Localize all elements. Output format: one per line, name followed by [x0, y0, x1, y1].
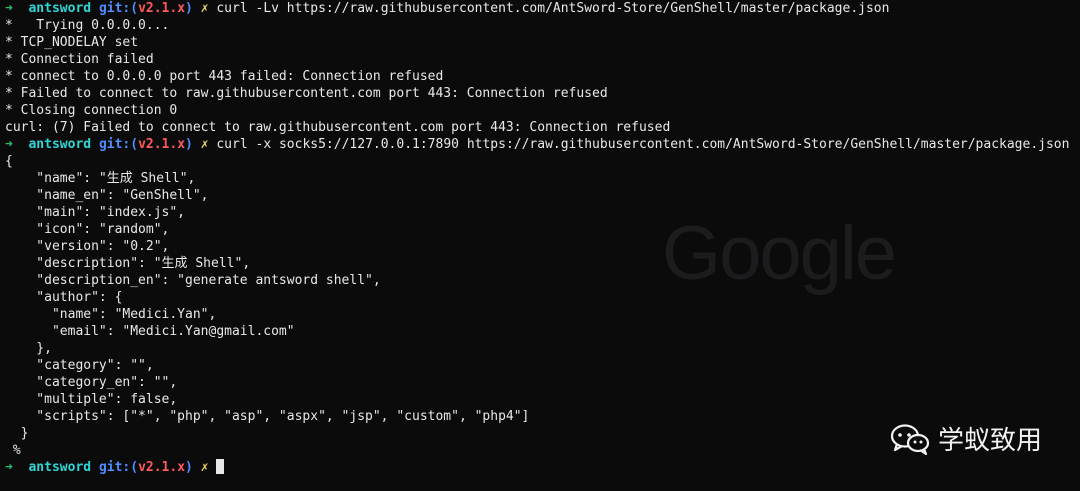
background-google-logo: Google — [662, 211, 897, 296]
terminal-window: Google ➜ antsword git:(v2.1.x) ✗ curl -L… — [0, 0, 1080, 491]
command-text: curl -Lv https://raw.githubusercontent.c… — [216, 1, 890, 16]
json-line: }, — [5, 341, 52, 356]
json-line: "name_en": "GenShell", — [5, 188, 209, 203]
json-line: "category_en": "", — [5, 375, 178, 390]
output-line: * Failed to connect to raw.githubusercon… — [5, 86, 608, 101]
output-line: * TCP_NODELAY set — [5, 35, 139, 50]
json-line: "name": "Medici.Yan", — [5, 307, 217, 322]
json-line: "name": "生成 Shell", — [5, 171, 196, 186]
json-line: "author": { — [5, 290, 123, 305]
json-line: "icon": "random", — [5, 222, 170, 237]
json-line: } — [5, 426, 29, 441]
json-line: "main": "index.js", — [5, 205, 186, 220]
output-line: curl: (7) Failed to connect to raw.githu… — [5, 120, 671, 135]
wechat-icon — [890, 423, 930, 455]
output-line: * Trying 0.0.0.0... — [5, 18, 170, 33]
command-text: curl -x socks5://127.0.0.1:7890 https://… — [216, 137, 1070, 152]
json-line: "description_en": "generate antsword she… — [5, 273, 381, 288]
json-line: "multiple": false, — [5, 392, 178, 407]
output-line: * Connection failed — [5, 52, 154, 67]
terminal-cursor[interactable] — [216, 459, 225, 474]
json-line: "email": "Medici.Yan@gmail.com" — [5, 324, 295, 339]
wechat-watermark: 学蚁致用 — [890, 420, 1042, 457]
output-line: * Closing connection 0 — [5, 103, 178, 118]
output-line: * connect to 0.0.0.0 port 443 failed: Co… — [5, 69, 444, 84]
json-line: "scripts": ["*", "php", "asp", "aspx", "… — [5, 409, 530, 424]
prompt-line: ➜ antsword git:(v2.1.x) ✗ curl -x socks5… — [5, 137, 1070, 152]
prompt-line: ➜ antsword git:(v2.1.x) ✗ curl -Lv https… — [5, 1, 890, 16]
json-line: "version": "0.2", — [5, 239, 170, 254]
json-line: % — [5, 443, 21, 458]
watermark-text: 学蚁致用 — [938, 425, 1043, 455]
json-line: { — [5, 154, 13, 169]
prompt-line[interactable]: ➜ antsword git:(v2.1.x) ✗ — [5, 459, 225, 476]
json-line: "category": "", — [5, 358, 154, 373]
json-line: "description": "生成 Shell", — [5, 256, 251, 271]
